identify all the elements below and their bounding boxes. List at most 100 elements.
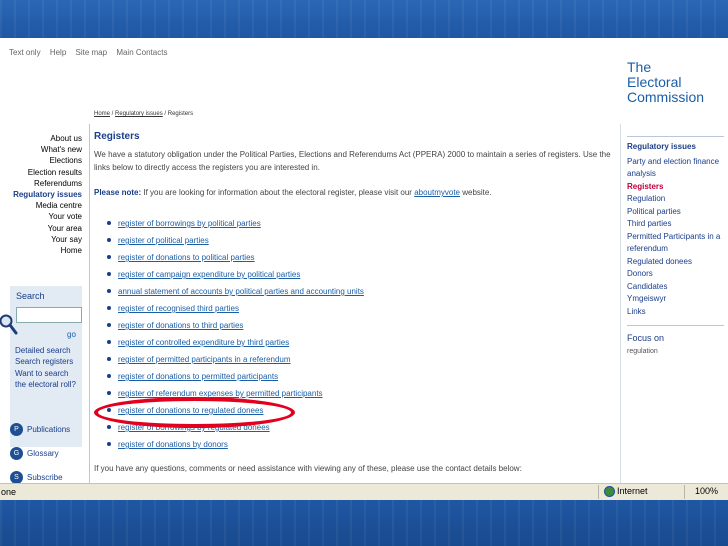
bullet-icon: [107, 442, 111, 446]
search-links: Detailed search Search registers Want to…: [15, 345, 76, 391]
right-nav-bottom-rule: [627, 325, 724, 326]
bullet-icon: [107, 374, 111, 378]
right-nav-third-parties[interactable]: Third parties: [627, 218, 725, 231]
bullet-icon: [107, 238, 111, 242]
search-input[interactable]: [16, 307, 82, 323]
breadcrumb: Home / Regulatory issues / Registers: [94, 111, 193, 117]
focus-on-subtitle[interactable]: regulation: [627, 348, 658, 355]
breadcrumb-regulatory-issues[interactable]: Regulatory issues: [115, 111, 163, 117]
nav-your-vote[interactable]: Your vote: [6, 211, 82, 222]
breadcrumb-current: Registers: [167, 111, 194, 117]
bullet-icon: [107, 340, 111, 344]
help-link[interactable]: Help: [50, 48, 66, 57]
right-nav-links[interactable]: Links: [627, 306, 725, 319]
bullet-icon: [107, 357, 111, 361]
nav-media-centre[interactable]: Media centre: [6, 200, 82, 211]
intro-text: We have a statutory obligation under the…: [94, 150, 611, 172]
list-item[interactable]: register of controlled expenditure by th…: [107, 334, 364, 351]
breadcrumb-home[interactable]: Home: [94, 111, 110, 117]
highlight-circle: [94, 397, 295, 428]
electoral-roll-link-line-1[interactable]: Want to search: [15, 368, 76, 379]
right-nav-top-rule: [627, 136, 724, 137]
status-divider: [684, 485, 685, 499]
publications-icon: P: [10, 423, 23, 436]
magnifier-icon: [0, 314, 18, 335]
list-item[interactable]: annual statement of accounts by politica…: [107, 283, 364, 300]
text-only-link[interactable]: Text only: [9, 48, 41, 57]
logo-line-2: Electoral: [627, 74, 682, 90]
nav-about-us[interactable]: About us: [6, 133, 82, 144]
nav-election-results[interactable]: Election results: [6, 167, 82, 178]
nav-home[interactable]: Home: [6, 245, 82, 256]
nav-referendums[interactable]: Referendums: [6, 178, 82, 189]
right-nav-donors[interactable]: Donors: [627, 268, 725, 281]
logo-line-3: Commission: [627, 89, 705, 105]
security-zone-label: Internet: [617, 486, 648, 496]
aboutmyvote-link[interactable]: aboutmyvote: [414, 188, 460, 197]
list-item[interactable]: register of donations to permitted parti…: [107, 368, 364, 385]
bottom-frame-bar: [0, 500, 728, 546]
right-nav-ymgeiswyr[interactable]: Ymgeiswyr: [627, 293, 725, 306]
bullet-icon: [107, 425, 111, 429]
list-item[interactable]: register of borrowings by political part…: [107, 215, 364, 232]
right-nav-regulation[interactable]: Regulation: [627, 193, 725, 206]
left-navigation: About us What's new Elections Election r…: [6, 133, 82, 256]
bullet-icon: [107, 391, 111, 395]
subscribe-link[interactable]: S Subscribe: [10, 471, 82, 483]
note-text: Please note: If you are looking for info…: [94, 188, 614, 197]
nav-regulatory-issues[interactable]: Regulatory issues: [6, 189, 82, 200]
nav-your-say[interactable]: Your say: [6, 234, 82, 245]
list-item[interactable]: register of political parties: [107, 232, 364, 249]
contact-text: If you have any questions, comments or n…: [94, 464, 522, 473]
security-zone: Internet: [604, 486, 648, 498]
right-nav-regulated-donees[interactable]: Regulated donees: [627, 256, 725, 269]
right-nav-finance-analysis[interactable]: Party and election finance analysis: [627, 156, 725, 181]
right-nav-candidates[interactable]: Candidates: [627, 281, 725, 294]
list-item[interactable]: register of recognised third parties: [107, 300, 364, 317]
list-item[interactable]: register of donations to political parti…: [107, 249, 364, 266]
right-nav-permitted-participants[interactable]: Permitted Participants in a referendum: [627, 231, 725, 256]
bullet-icon: [107, 255, 111, 259]
electoral-commission-logo[interactable]: The Electoral Commission: [627, 60, 704, 105]
site-map-link[interactable]: Site map: [76, 48, 108, 57]
search-registers-link[interactable]: Search registers: [15, 356, 76, 367]
bullet-icon: [107, 221, 111, 225]
status-text: one: [1, 487, 17, 497]
right-nav-political-parties[interactable]: Political parties: [627, 206, 725, 219]
list-item[interactable]: register of donations to third parties: [107, 317, 364, 334]
list-item[interactable]: register of donations by donors: [107, 436, 364, 453]
bullet-icon: [107, 289, 111, 293]
note-label: Please note:: [94, 188, 142, 197]
glossary-link[interactable]: G Glossary: [10, 447, 82, 463]
nav-elections[interactable]: Elections: [6, 155, 82, 166]
bullet-icon: [107, 306, 111, 310]
list-item[interactable]: register of campaign expenditure by poli…: [107, 266, 364, 283]
search-go-button[interactable]: go: [67, 330, 76, 339]
top-frame-bar: [0, 0, 728, 38]
browser-page: Text only Help Site map Main Contacts Th…: [0, 38, 728, 483]
detailed-search-link[interactable]: Detailed search: [15, 345, 76, 356]
bullet-icon: [107, 323, 111, 327]
list-item[interactable]: register of permitted participants in a …: [107, 351, 364, 368]
bullet-icon: [107, 272, 111, 276]
page-title: Registers: [94, 131, 140, 142]
electoral-roll-link-line-2[interactable]: the electoral roll?: [15, 379, 76, 390]
logo-line-1: The: [627, 59, 652, 75]
publications-link[interactable]: P Publications: [10, 423, 82, 439]
glossary-icon: G: [10, 447, 23, 460]
note-end: website.: [460, 188, 492, 197]
nav-whats-new[interactable]: What's new: [6, 144, 82, 155]
utility-links: Text only Help Site map Main Contacts: [9, 48, 174, 57]
focus-on-heading[interactable]: Focus on: [627, 333, 664, 343]
note-body: If you are looking for information about…: [141, 188, 415, 197]
right-divider: [620, 124, 621, 483]
browser-status-bar: one Internet 100%: [0, 483, 728, 501]
right-nav-heading[interactable]: Regulatory issues: [627, 141, 725, 154]
nav-your-area[interactable]: Your area: [6, 223, 82, 234]
left-divider: [89, 124, 90, 483]
globe-icon: [604, 486, 615, 498]
search-heading: Search: [16, 291, 45, 301]
main-contacts-link[interactable]: Main Contacts: [116, 48, 167, 57]
right-nav-registers[interactable]: Registers: [627, 181, 725, 194]
zoom-level[interactable]: 100%: [695, 486, 718, 496]
